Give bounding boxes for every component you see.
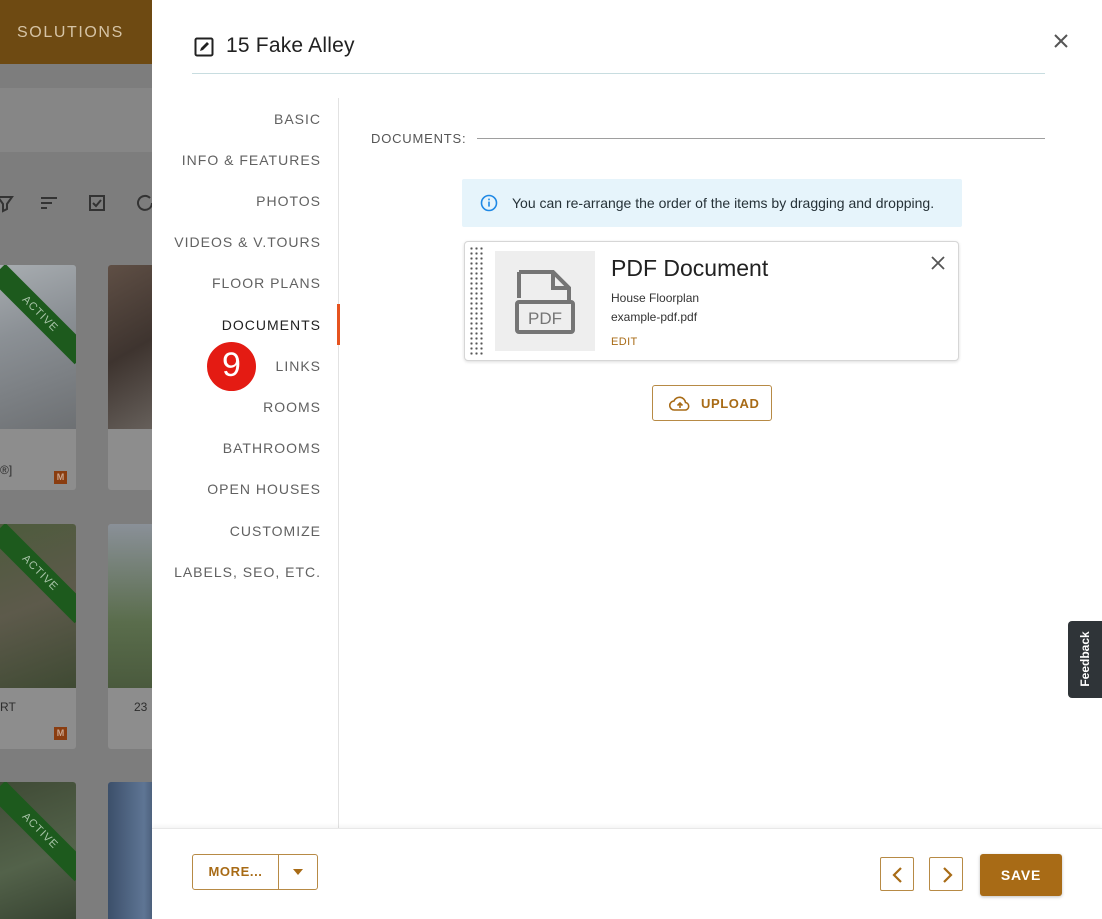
info-icon bbox=[480, 194, 498, 212]
document-title: PDF Document bbox=[611, 255, 769, 281]
info-text: You can re-arrange the order of the item… bbox=[512, 195, 935, 211]
close-icon[interactable] bbox=[1050, 30, 1072, 52]
nav-item-info-features[interactable]: INFO & FEATURES bbox=[182, 152, 321, 168]
section-label: DOCUMENTS: bbox=[371, 131, 467, 146]
nav-item-floor-plans[interactable]: FLOOR PLANS bbox=[212, 275, 321, 291]
nav-item-labels-seo[interactable]: LABELS, SEO, ETC. bbox=[174, 564, 321, 580]
edit-listing-modal: 15 Fake Alley BASIC INFO & FEATURES PHOT… bbox=[152, 0, 1102, 919]
background-listing-card: ACTIVE ®] M bbox=[0, 265, 76, 490]
nav-item-videos-tours[interactable]: VIDEOS & V.TOURS bbox=[174, 234, 321, 250]
modal-header: 15 Fake Alley bbox=[192, 0, 1045, 74]
edit-document-link[interactable]: EDIT bbox=[611, 336, 638, 348]
chevron-right-icon bbox=[943, 867, 953, 883]
mls-badge: M bbox=[54, 727, 67, 740]
edit-icon bbox=[194, 37, 214, 57]
upload-button[interactable]: UPLOAD bbox=[652, 385, 772, 421]
more-split-button: MORE... bbox=[192, 854, 318, 890]
nav-item-open-houses[interactable]: OPEN HOUSES bbox=[207, 481, 321, 497]
filter-icon bbox=[0, 196, 14, 213]
nav-item-customize[interactable]: CUSTOMIZE bbox=[230, 523, 321, 539]
sort-icon bbox=[41, 197, 57, 209]
nav-item-rooms[interactable]: ROOMS bbox=[263, 399, 321, 415]
documents-panel: DOCUMENTS: You can re-arrange the order … bbox=[340, 98, 1102, 828]
background-toolbar bbox=[0, 192, 152, 218]
feedback-label: Feedback bbox=[1078, 631, 1092, 687]
background-search-strip bbox=[0, 88, 152, 152]
nav-item-documents[interactable]: DOCUMENTS bbox=[222, 317, 321, 333]
document-filename: example-pdf.pdf bbox=[611, 310, 698, 324]
nav-item-photos[interactable]: PHOTOS bbox=[256, 193, 321, 209]
modal-title: 15 Fake Alley bbox=[226, 34, 355, 57]
nav-item-basic[interactable]: BASIC bbox=[274, 111, 321, 127]
section-divider bbox=[477, 138, 1045, 139]
caret-down-icon[interactable] bbox=[279, 855, 317, 889]
more-button[interactable]: MORE... bbox=[193, 855, 278, 889]
upload-button-label: UPLOAD bbox=[701, 396, 760, 411]
info-notice: You can re-arrange the order of the item… bbox=[462, 179, 962, 227]
background-app: SOLUTIONS ACTIVE ®] M ACTIVE RT M 23 ACT… bbox=[0, 0, 152, 919]
document-item: PDF PDF Document House Floorplan example… bbox=[464, 241, 959, 361]
step-number-badge: 9 bbox=[205, 340, 258, 393]
cloud-upload-icon bbox=[669, 396, 690, 411]
next-button[interactable] bbox=[929, 857, 963, 891]
svg-text:PDF: PDF bbox=[528, 309, 562, 328]
background-listing-card: 23 bbox=[108, 524, 152, 749]
background-listing-card: ACTIVE RT M bbox=[0, 524, 76, 749]
modal-footer: MORE... SAVE bbox=[152, 828, 1102, 919]
drag-handle-icon[interactable] bbox=[469, 246, 485, 356]
refresh-icon bbox=[137, 194, 152, 211]
background-nav-label: SOLUTIONS bbox=[17, 24, 124, 41]
background-listing-card bbox=[108, 265, 152, 490]
previous-button[interactable] bbox=[880, 857, 914, 891]
document-thumbnail: PDF bbox=[495, 251, 595, 351]
chevron-left-icon bbox=[892, 867, 902, 883]
nav-item-links[interactable]: LINKS bbox=[276, 358, 321, 374]
select-all-icon bbox=[89, 195, 105, 211]
background-listing-card bbox=[108, 782, 152, 919]
document-description: House Floorplan bbox=[611, 291, 700, 305]
section-nav: BASIC INFO & FEATURES PHOTOS VIDEOS & V.… bbox=[152, 98, 340, 828]
feedback-tab[interactable]: Feedback bbox=[1068, 621, 1102, 698]
save-button[interactable]: SAVE bbox=[980, 854, 1062, 896]
background-listing-card: ACTIVE bbox=[0, 782, 76, 919]
pdf-file-icon: PDF bbox=[515, 270, 575, 334]
remove-document-icon[interactable] bbox=[929, 254, 947, 272]
mls-badge: M bbox=[54, 471, 67, 484]
background-topbar: SOLUTIONS bbox=[0, 0, 152, 64]
nav-item-bathrooms[interactable]: BATHROOMS bbox=[223, 440, 321, 456]
